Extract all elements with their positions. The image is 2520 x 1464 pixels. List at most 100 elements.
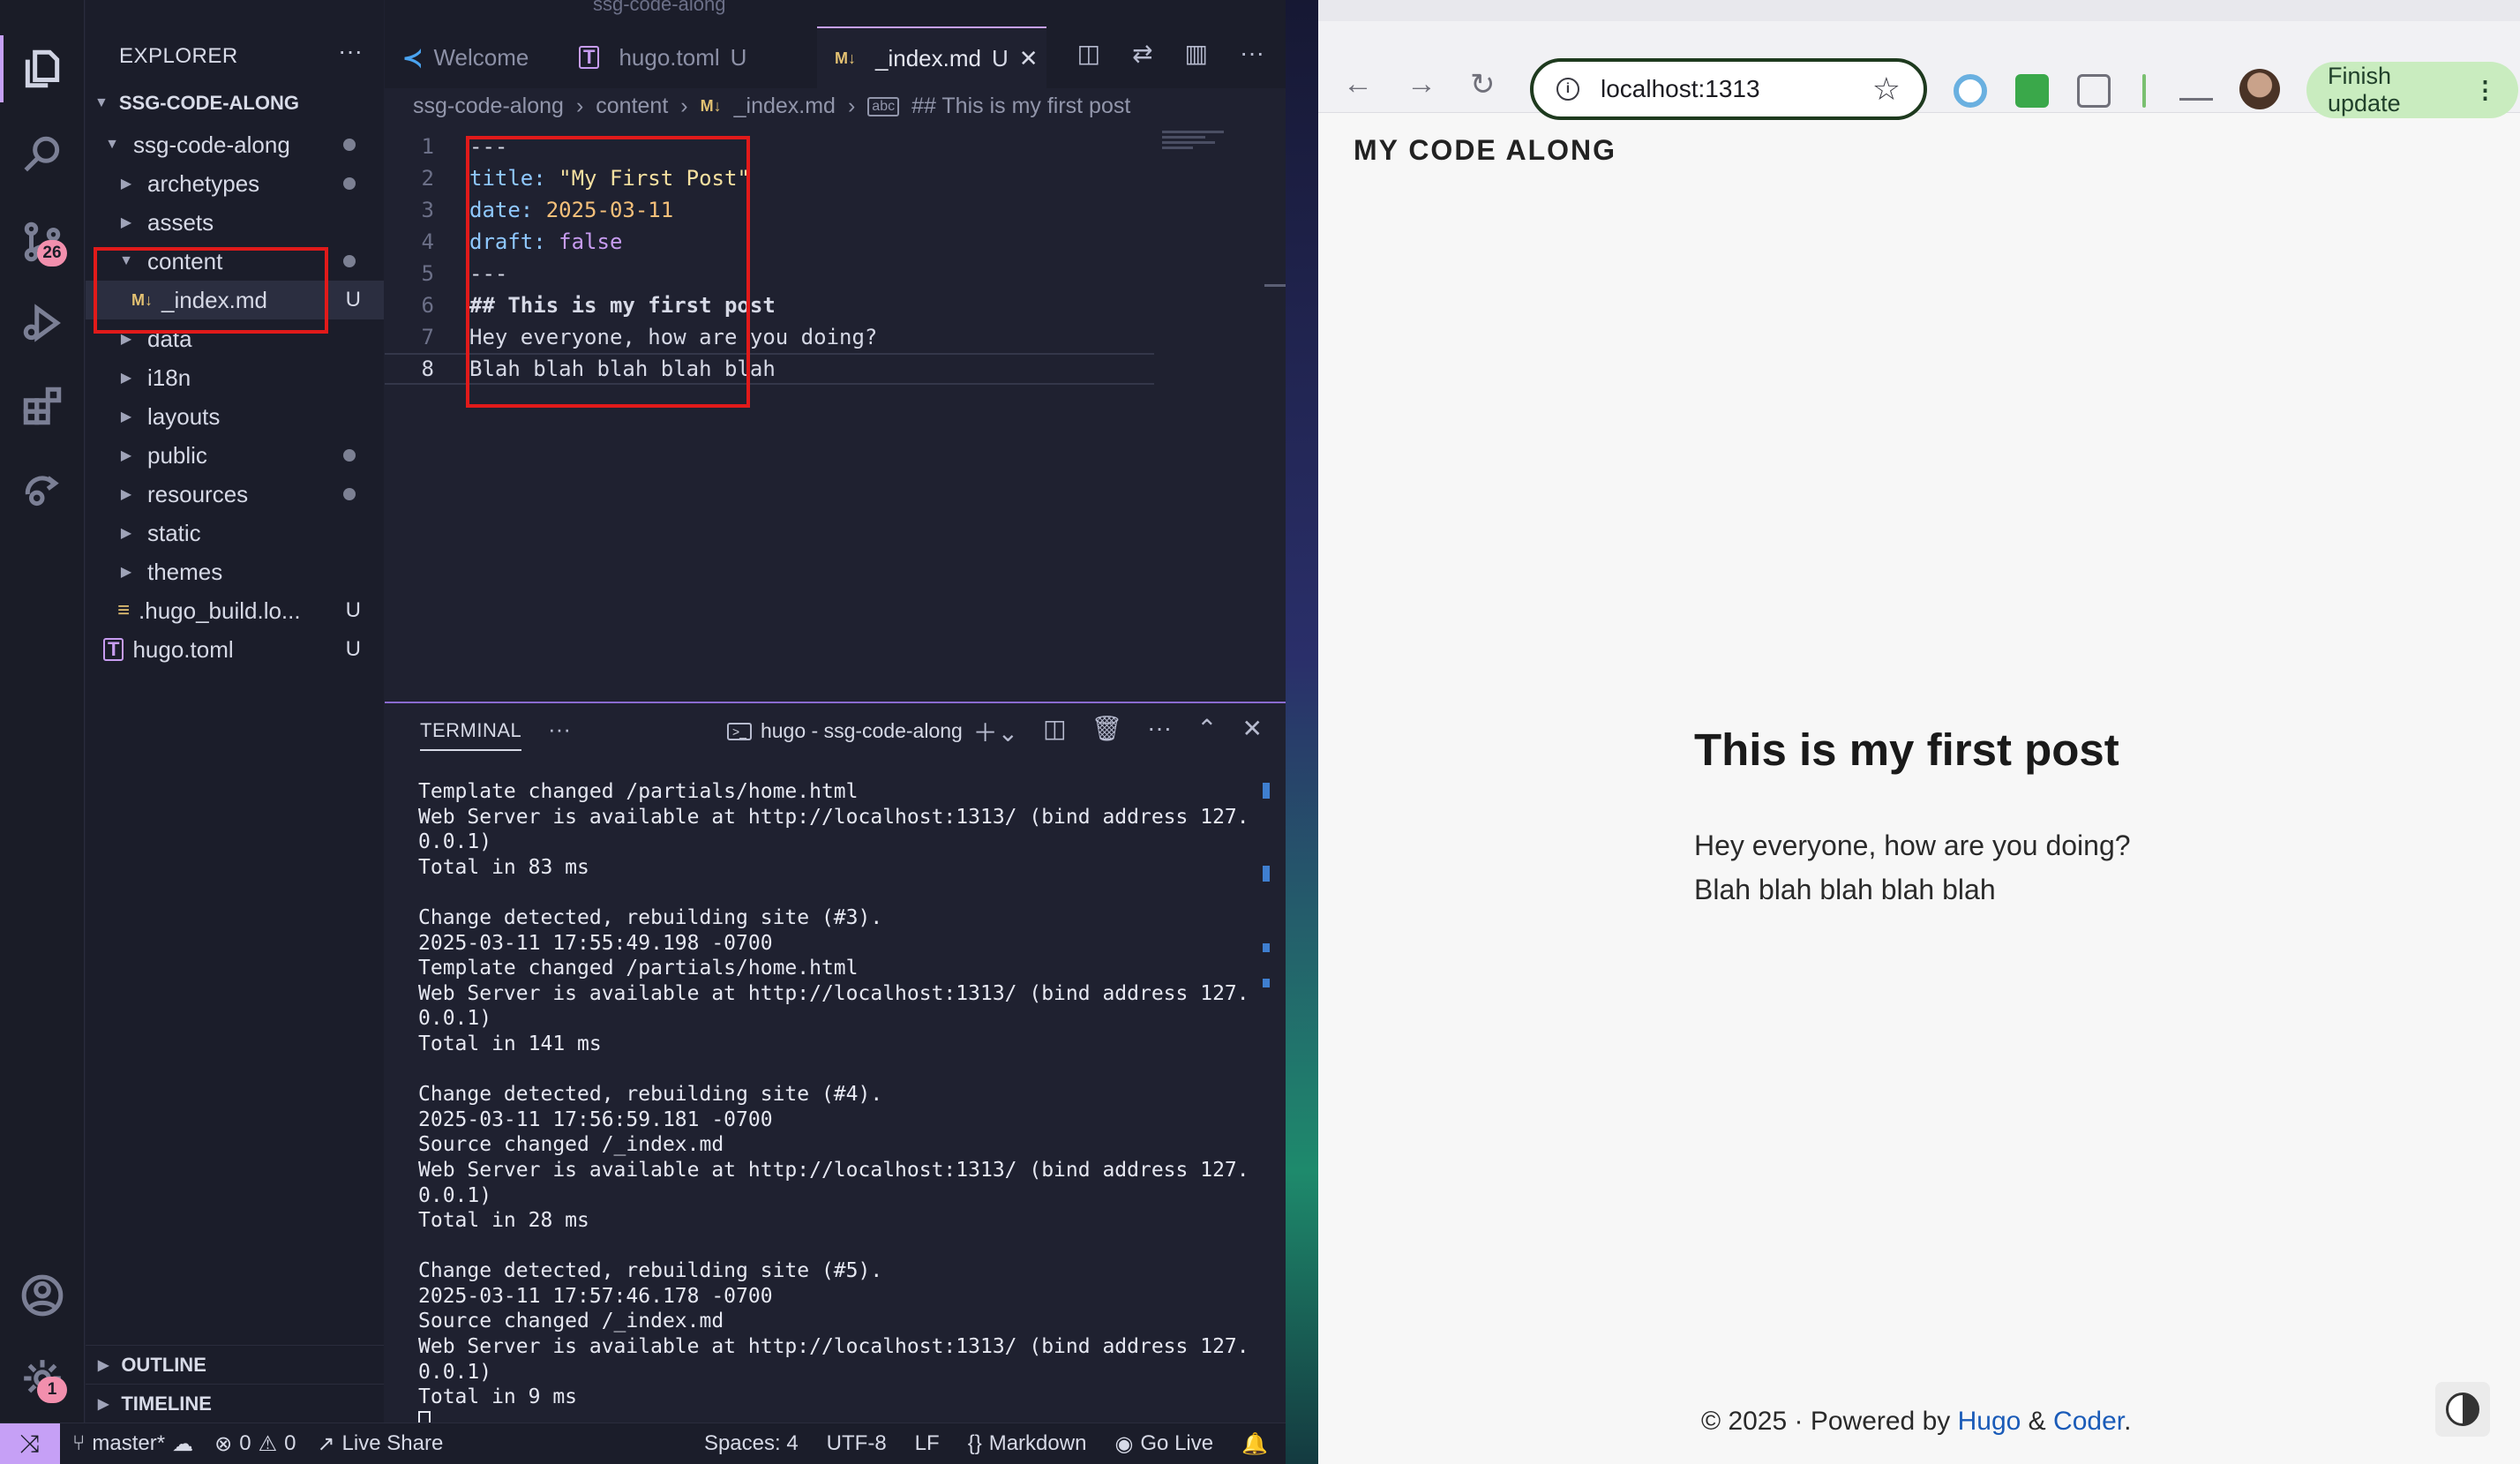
settings-gear-icon[interactable]: 1 [16,1352,69,1405]
extensions-puzzle-icon[interactable] [2077,74,2111,108]
tree-item-assets[interactable]: ▶ assets [86,203,384,242]
toml-file-icon: T [103,638,124,661]
breadcrumb-item[interactable]: _index.md [734,94,836,119]
tree-item-archetypes[interactable]: ▶ archetypes [86,164,384,203]
forward-arrow-icon[interactable]: → [1406,67,1436,101]
extensions-icon[interactable] [16,379,69,432]
tree-item-i18n[interactable]: ▶ i18n [86,358,384,397]
back-arrow-icon[interactable]: ← [1343,67,1373,101]
extension-checkmark-icon[interactable] [2015,74,2049,108]
go-live-button[interactable]: ◉ Go Live [1114,1431,1213,1457]
browser-tab-strip [1318,0,2520,21]
coder-link[interactable]: Coder [2053,1407,2124,1436]
maximize-panel-icon[interactable]: ⌃ [1196,714,1217,749]
remote-explorer-icon[interactable] [16,464,69,517]
tree-item-hugo-build-lock[interactable]: ≡ .hugo_build.lo... U [86,591,384,630]
panel-more-icon[interactable]: ··· [548,716,571,743]
tree-item-label: themes [147,558,223,585]
split-editor-icon[interactable]: ▥ [1185,39,1208,68]
address-bar[interactable]: i localhost:1313 ☆ [1530,58,1927,120]
search-icon[interactable] [16,129,69,182]
tree-item-hugo-toml[interactable]: Thugo.toml U [86,630,384,669]
run-debug-icon[interactable] [16,297,69,349]
close-panel-icon[interactable]: ✕ [1242,714,1263,749]
finish-update-label: Finish update [2328,63,2401,116]
open-preview-icon[interactable]: ◫ [1077,39,1100,68]
timeline-section[interactable]: ▶ TIMELINE [86,1384,384,1423]
tab-index-md[interactable]: M↓ _index.md U ✕ [817,26,1046,88]
line-number: 7 [421,325,434,349]
tree-item-label: public [147,441,207,469]
tree-item-layouts[interactable]: ▶ layouts [86,397,384,436]
compare-changes-icon[interactable]: ⇄ [1132,39,1152,68]
indentation-indicator[interactable]: Spaces: 4 [704,1431,799,1456]
profile-avatar[interactable] [2239,69,2280,109]
modified-dot [343,449,356,462]
eol-indicator[interactable]: LF [915,1431,940,1456]
outline-section[interactable]: ▶ OUTLINE [86,1345,384,1384]
hugo-link[interactable]: Hugo [1958,1407,2021,1436]
browser-window: ← → ↻ i localhost:1313 ☆ Finish update ⋮… [1318,0,2520,1464]
terminal-line: 0.0.1) [418,1360,492,1384]
more-actions-icon[interactable]: ··· [1240,39,1264,68]
breadcrumb-item[interactable]: ## This is my first post [911,94,1130,119]
close-icon[interactable]: ✕ [1019,45,1039,72]
tab-welcome[interactable]: ≺ Welcome [385,26,546,88]
explorer-icon[interactable] [16,42,69,95]
remote-indicator-icon[interactable]: ⤨ [0,1423,60,1464]
modified-dot [343,488,356,500]
chevron-down-icon: ▼ [94,95,109,110]
tree-item-resources[interactable]: ▶ resources [86,475,384,514]
bookmark-star-icon[interactable]: ☆ [1872,71,1901,108]
tree-item-ssg-code-along[interactable]: ▼ ssg-code-along [86,125,384,164]
breadcrumb-item[interactable]: content [596,94,668,119]
theme-toggle-button[interactable] [2435,1382,2490,1437]
problems-indicator[interactable]: ⊗ 0 ⚠ 0 [214,1431,296,1457]
explorer-header: EXPLORER [119,44,238,68]
language-mode[interactable]: {} Markdown [968,1431,1087,1456]
workspace-root[interactable]: ▼ SSG-CODE-ALONG [94,92,299,115]
breadcrumb-item[interactable]: ssg-code-along [413,94,564,119]
extension-chrome-icon[interactable] [1954,74,1987,108]
language-label: Markdown [988,1431,1087,1455]
site-footer: © 2025 · Powered by Hugo & Coder. [1701,1407,2131,1437]
media-controls-icon[interactable] [2179,74,2213,101]
accounts-icon[interactable] [16,1269,69,1322]
git-status-badge: U [345,598,361,622]
tree-item-themes[interactable]: ▶ themes [86,552,384,591]
tree-item-label: static [147,519,201,546]
error-icon: ⊗ [214,1431,233,1456]
live-share-button[interactable]: ↗ Live Share [317,1431,443,1457]
warning-icon: ⚠ [258,1431,278,1456]
terminal-instance[interactable]: >_ hugo - ssg-code-along [727,719,963,743]
new-terminal-icon[interactable]: ＋⌄ [973,714,1018,749]
tab-status: U [730,43,747,71]
tree-item-public[interactable]: ▶ public [86,436,384,475]
more-icon[interactable]: ··· [1147,714,1172,749]
broadcast-icon: ◉ [1114,1431,1134,1456]
terminal-line: 0.0.1) [418,830,492,854]
tab-hugo-toml[interactable]: T hugo.toml U [561,26,764,88]
encoding-indicator[interactable]: UTF-8 [827,1431,887,1456]
chevron-right-icon: ▶ [98,1357,109,1373]
source-control-icon[interactable]: 26 [16,215,69,268]
terminal-output[interactable]: Template changed /partials/home.html Web … [418,779,1265,1435]
trash-icon[interactable]: 🗑 [1091,714,1123,749]
branch-indicator[interactable]: ⑂ master* ☁ [72,1431,193,1457]
reload-icon[interactable]: ↻ [1470,67,1496,102]
notifications-bell-icon[interactable]: 🔔 [1241,1431,1268,1457]
explorer-more-button[interactable]: ··· [338,37,363,65]
minimap[interactable] [1162,131,1224,157]
split-terminal-icon[interactable]: ◫ [1043,714,1066,749]
tree-item-static[interactable]: ▶ static [86,514,384,552]
site-info-icon[interactable]: i [1556,78,1579,101]
chevron-down-icon: ▼ [105,137,119,152]
address-bar-url: localhost:1313 [1601,75,1760,102]
branch-name: master* [92,1431,166,1455]
timeline-label: TIMELINE [121,1392,212,1415]
finish-update-button[interactable]: Finish update ⋮ [2306,62,2518,118]
site-title[interactable]: MY CODE ALONG [1354,134,1616,167]
tab-terminal[interactable]: TERMINAL [420,719,522,751]
